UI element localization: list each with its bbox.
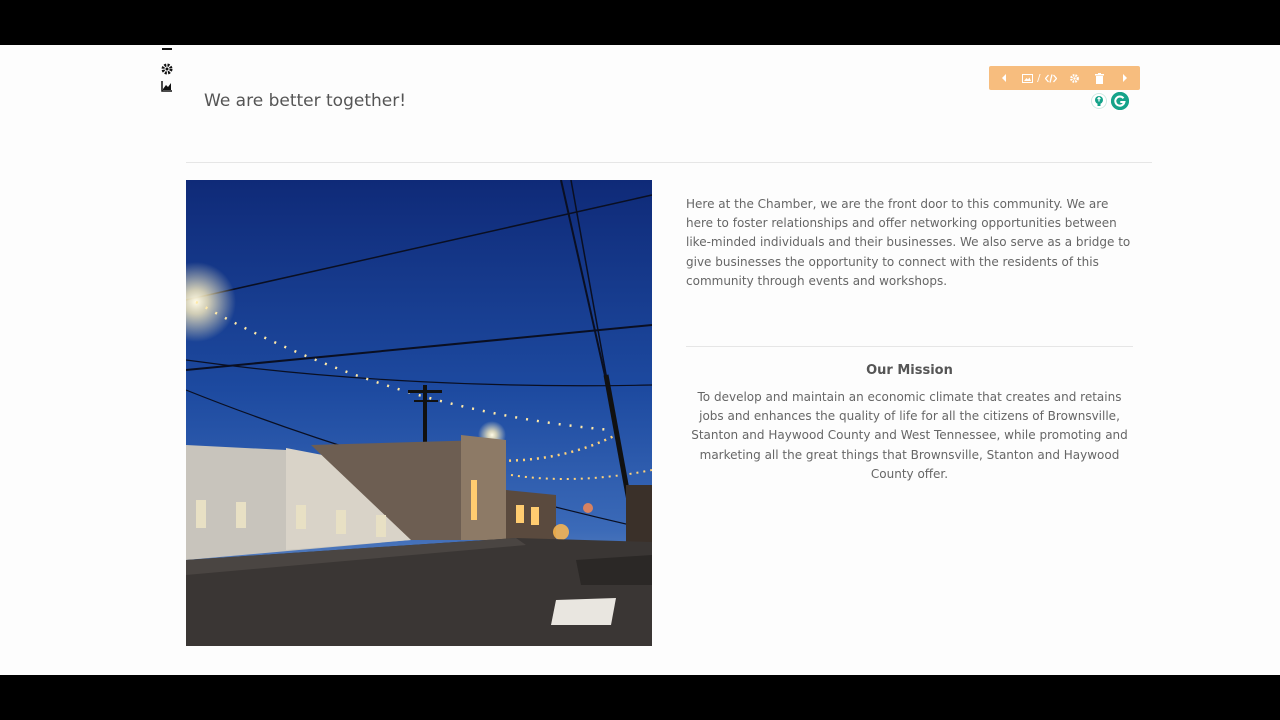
lightbulb-icon[interactable] (1090, 92, 1108, 110)
extension-icons (1090, 92, 1129, 110)
page-title: We are better together! (204, 91, 407, 111)
media-separator: / (1037, 72, 1041, 84)
mission-title: Our Mission (866, 363, 953, 378)
block-toolbar: / (989, 66, 1140, 90)
media-toggle: / (1022, 72, 1057, 84)
section-divider (186, 162, 1152, 163)
chart-icon[interactable] (160, 79, 174, 93)
grammarly-icon[interactable] (1111, 92, 1129, 110)
editor-page: We are better together! / Here at the Ch… (0, 45, 1280, 675)
image-icon[interactable] (1022, 73, 1034, 83)
minus-icon[interactable] (160, 45, 174, 59)
arrow-left-icon[interactable] (997, 71, 1011, 85)
arrow-right-icon[interactable] (1118, 71, 1132, 85)
mission-text: To develop and maintain an economic clim… (691, 390, 1128, 481)
gear-icon[interactable] (1068, 71, 1082, 85)
intro-text: Here at the Chamber, we are the front do… (686, 197, 1131, 288)
gear-icon[interactable] (160, 62, 174, 76)
mission-divider (686, 346, 1133, 347)
town-photo (186, 180, 652, 646)
side-toolbar (160, 45, 174, 96)
code-icon[interactable] (1044, 73, 1057, 83)
trash-icon[interactable] (1093, 71, 1107, 85)
